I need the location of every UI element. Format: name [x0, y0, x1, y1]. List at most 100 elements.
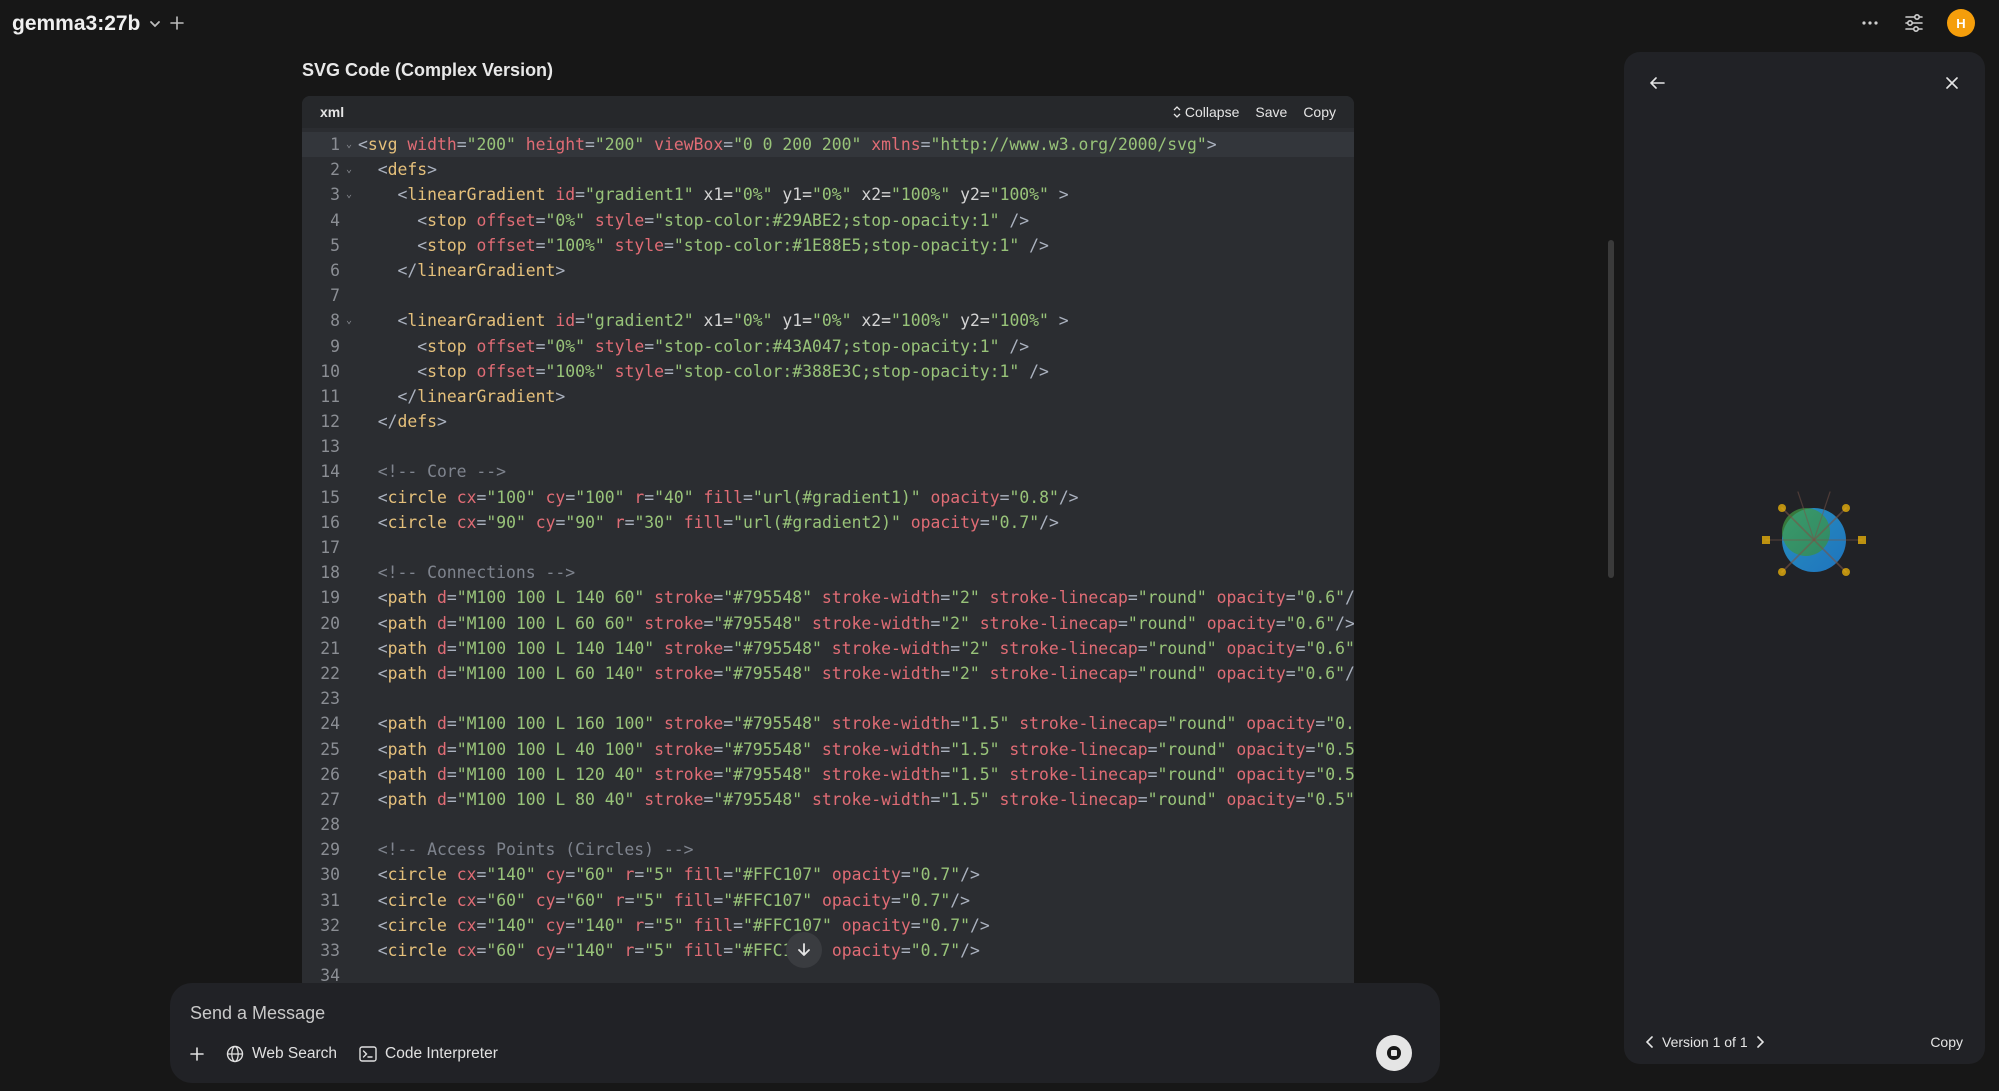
code-line: 1 ⌄ <svg width="200" height="200" viewBox=…	[302, 132, 1354, 158]
code-line: 29 <!-- Access Points (Circles) -->	[302, 837, 1354, 862]
line-number: 13	[320, 437, 340, 457]
artifact-preview-panel: Version 1 of 1 Copy	[1624, 52, 1985, 1064]
code-line: 27 <path d="M100 100 L 80 40" stroke="#7…	[302, 787, 1354, 812]
fold-gutter	[346, 459, 358, 484]
code-block: xml Collapse Save Copy 1 ⌄ <svg width="200…	[302, 96, 1354, 984]
plus-icon	[190, 1047, 204, 1061]
code-line: 30 <circle cx="140" cy="60" r="5" fill="…	[302, 862, 1354, 887]
scrollbar[interactable]	[1608, 240, 1614, 578]
code-text: <stop offset="0%" style="stop-color:#43A…	[417, 336, 1030, 356]
code-line: 8 ⌄ <linearGradient id="gradient2" x1="0%…	[302, 308, 1354, 333]
code-header: xml Collapse Save Copy	[302, 96, 1354, 128]
line-number: 31	[320, 890, 340, 910]
line-number: 29	[320, 840, 340, 860]
preview-copy-button[interactable]: Copy	[1930, 1034, 1963, 1050]
code-line: 31 <circle cx="60" cy="60" r="5" fill="#…	[302, 888, 1354, 913]
code-line: 4 <stop offset="0%" style="stop-color:#2…	[302, 208, 1354, 233]
line-number: 26	[320, 764, 340, 784]
fold-gutter	[346, 938, 358, 963]
code-line: 17	[302, 535, 1354, 560]
line-number: 7	[330, 286, 340, 306]
code-interpreter-label: Code Interpreter	[385, 1045, 498, 1062]
code-text: </linearGradient>	[397, 260, 566, 280]
code-line: 12 </defs>	[302, 409, 1354, 434]
fold-gutter	[346, 837, 358, 862]
code-line: 13	[302, 434, 1354, 459]
close-icon[interactable]	[1941, 72, 1963, 94]
code-language: xml	[320, 104, 345, 120]
line-number: 24	[320, 714, 340, 734]
sliders-icon[interactable]	[1903, 12, 1925, 34]
plus-icon[interactable]	[168, 14, 186, 32]
code-interpreter-button[interactable]: Code Interpreter	[359, 1045, 498, 1063]
line-number: 27	[320, 789, 340, 809]
code-text: <path d="M100 100 L 120 40" stroke="#795…	[377, 764, 1354, 784]
fold-chevron-icon[interactable]: ⌄	[346, 132, 358, 157]
code-line: 19 <path d="M100 100 L 140 60" stroke="#…	[302, 585, 1354, 610]
code-line: 22 <path d="M100 100 L 60 140" stroke="#…	[302, 661, 1354, 686]
code-text: </linearGradient>	[397, 386, 566, 406]
fold-gutter	[346, 409, 358, 434]
fold-gutter	[346, 636, 358, 661]
add-attachment-button[interactable]	[190, 1041, 204, 1067]
code-line: 6 </linearGradient>	[302, 258, 1354, 283]
fold-gutter	[346, 208, 358, 233]
fold-gutter	[346, 258, 358, 283]
code-line: 10 <stop offset="100%" style="stop-color…	[302, 359, 1354, 384]
code-text: <path d="M100 100 L 60 60" stroke="#7955…	[377, 613, 1354, 633]
fold-gutter	[346, 812, 358, 837]
code-line: 16 <circle cx="90" cy="90" r="30" fill="…	[302, 510, 1354, 535]
code-text: <!-- Connections -->	[358, 563, 576, 583]
version-label: Version 1 of 1	[1662, 1034, 1748, 1050]
code-text: <circle cx="90" cy="90" r="30" fill="url…	[377, 512, 1059, 532]
fold-gutter	[346, 862, 358, 887]
fold-gutter	[346, 334, 358, 359]
line-number: 16	[320, 512, 340, 532]
fold-gutter	[346, 611, 358, 636]
copy-button[interactable]: Copy	[1303, 104, 1336, 120]
line-number: 6	[330, 260, 340, 280]
code-line: 23	[302, 686, 1354, 711]
line-number: 25	[320, 739, 340, 759]
line-number: 32	[320, 915, 340, 935]
code-line: 3 ⌄ <linearGradient id="gradient1" x1="0%…	[302, 182, 1354, 207]
line-number: 15	[320, 487, 340, 507]
scroll-down-button[interactable]	[786, 932, 822, 968]
model-selector[interactable]: gemma3:27b	[12, 10, 162, 38]
code-line: 34	[302, 963, 1354, 984]
fold-chevron-icon[interactable]: ⌄	[346, 308, 358, 333]
previous-version-icon[interactable]	[1646, 1036, 1654, 1048]
code-line: 9 <stop offset="0%" style="stop-color:#4…	[302, 334, 1354, 359]
collapse-button[interactable]: Collapse	[1173, 104, 1239, 120]
collapse-icon	[1173, 106, 1181, 118]
line-number: 28	[320, 815, 340, 835]
collapse-label: Collapse	[1184, 104, 1240, 120]
code-editor[interactable]: 1 ⌄ <svg width="200" height="200" viewBox=…	[302, 128, 1354, 984]
code-text: <!-- Access Points (Circles) -->	[358, 840, 694, 860]
code-text: <stop offset="100%" style="stop-color:#3…	[417, 361, 1049, 381]
fold-gutter	[346, 283, 358, 308]
line-number: 9	[330, 336, 340, 356]
web-search-button[interactable]: Web Search	[226, 1045, 337, 1063]
fold-chevron-icon[interactable]: ⌄	[346, 157, 358, 182]
line-number: 30	[320, 865, 340, 885]
fold-gutter	[346, 510, 358, 535]
message-input[interactable]	[190, 999, 1340, 1027]
save-button[interactable]: Save	[1255, 104, 1287, 120]
line-number: 34	[320, 966, 340, 984]
line-number: 12	[320, 412, 340, 432]
back-arrow-icon[interactable]	[1646, 72, 1668, 94]
line-number: 10	[320, 361, 340, 381]
chevron-down-icon	[148, 17, 162, 31]
fold-chevron-icon[interactable]: ⌄	[346, 182, 358, 207]
line-number: 11	[320, 386, 340, 406]
stop-generation-button[interactable]	[1376, 1035, 1412, 1071]
code-line: 2 ⌄ <defs>	[302, 157, 1354, 182]
avatar[interactable]: H	[1947, 9, 1975, 37]
fold-gutter	[346, 485, 358, 510]
code-line: 7	[302, 283, 1354, 308]
fold-gutter	[346, 963, 358, 984]
code-text: <circle cx="140" cy="140" r="5" fill="#F…	[377, 915, 990, 935]
more-options-icon[interactable]	[1859, 12, 1881, 34]
next-version-icon[interactable]	[1756, 1036, 1764, 1048]
